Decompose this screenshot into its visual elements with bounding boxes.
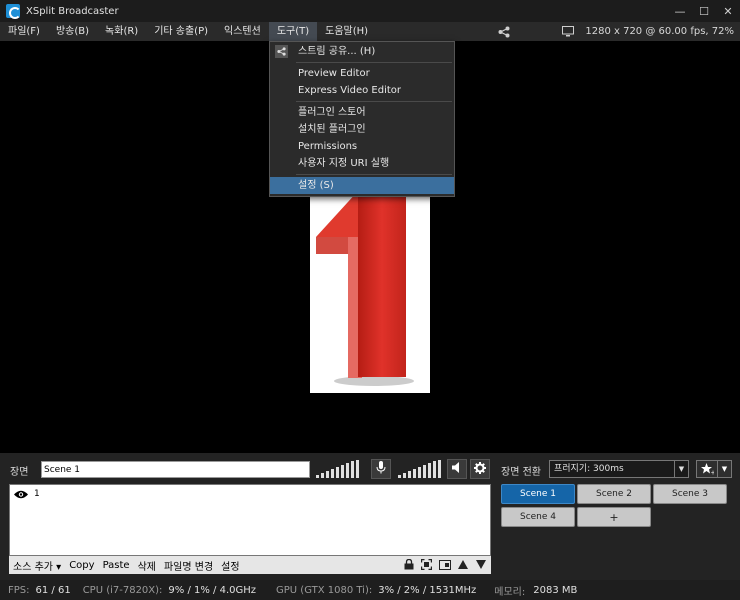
chevron-down-icon: ▼ [674,461,688,477]
microphone-icon [376,461,386,477]
menu-item-share-stream[interactable]: 스트림 공유... (H) [270,43,454,60]
fps-value: 61 / 61 [35,584,71,596]
menu-separator [296,62,452,63]
source-settings-button[interactable]: 설정 [217,558,243,573]
mic-button[interactable] [371,459,391,479]
menu-item-installed-plugins[interactable]: 설치된 플러그인 [270,121,454,138]
window-title: XSplit Broadcaster [26,5,119,17]
menu-other-output[interactable]: 기타 송출(P) [146,22,216,41]
share-icon[interactable] [497,25,511,39]
bottom-panel: 장면 1 소스 추가 ▾ Copy Paste 삭제 파일명 변경 [0,453,740,580]
gpu-value: 3% / 2% / 1531MHz [378,584,477,596]
move-up-icon[interactable] [456,558,469,571]
favorite-transition-button[interactable]: + ▼ [696,460,732,478]
preview-source-image [310,191,430,393]
copy-button[interactable]: Copy [65,560,98,571]
delete-button[interactable]: 삭제 [134,558,160,573]
scene-2-button[interactable]: Scene 2 [577,484,651,504]
memory-label: 메모리: [494,586,526,598]
gear-icon [474,461,486,477]
eye-icon[interactable] [14,490,28,499]
menu-extensions[interactable]: 익스텐션 [216,22,269,41]
maximize-button[interactable]: ☐ [692,0,716,22]
source-name: 1 [34,489,40,499]
source-list[interactable]: 1 [9,484,491,556]
menu-help[interactable]: 도움말(H) [317,22,376,41]
resolution-readout[interactable]: 1280 x 720 @ 60.00 fps, 72% [585,26,734,37]
list-item[interactable]: 1 [14,489,40,499]
title-bar: XSplit Broadcaster — ☐ ✕ [0,0,740,22]
window-controls: — ☐ ✕ [668,0,740,22]
source-toolbar-icons [402,558,487,571]
menu-item-plugin-store[interactable]: 플러그인 스토어 [270,104,454,121]
transition-select[interactable]: 프러지기: 300ms ▼ [549,460,689,478]
svg-text:+: + [710,470,714,476]
speaker-button[interactable] [447,459,467,479]
gpu-label: GPU (GTX 1080 Ti): [276,584,373,596]
transition-label: 장면 전환 [501,467,541,478]
menu-item-permissions[interactable]: Permissions [270,138,454,155]
audio-settings-button[interactable] [470,459,490,479]
fit-screen-icon[interactable] [420,558,433,571]
menu-separator [296,174,452,175]
speaker-volume-meter[interactable] [398,460,441,478]
mic-volume-meter[interactable] [316,460,359,478]
source-toolbar: 소스 추가 ▾ Copy Paste 삭제 파일명 변경 설정 [9,556,491,574]
speaker-icon [451,462,463,476]
memory-value: 2083 MB [533,584,578,596]
add-scene-button[interactable]: + [577,507,651,527]
paste-button[interactable]: Paste [99,560,134,571]
cpu-value: 9% / 1% / 4.0GHz [168,584,257,596]
menu-broadcast[interactable]: 방송(B) [48,22,97,41]
menu-file[interactable]: 파일(F) [0,22,48,41]
move-down-icon[interactable] [474,558,487,571]
share-icon [275,45,288,58]
lock-icon[interactable] [402,558,415,571]
scene-3-button[interactable]: Scene 3 [653,484,727,504]
rename-button[interactable]: 파일명 변경 [160,558,217,573]
scene-name-input[interactable] [41,461,310,478]
star-add-icon: + [697,461,717,477]
menu-item-settings[interactable]: 설정 (S) [270,177,454,194]
menu-item-label: 스트림 공유... (H) [298,46,376,57]
minimize-button[interactable]: — [668,0,692,22]
scene-4-button[interactable]: Scene 4 [501,507,575,527]
fps-label: FPS: [8,584,30,596]
menu-bar: 파일(F) 방송(B) 녹화(R) 기타 송출(P) 익스텐션 도구(T) 도움… [0,22,740,41]
monitor-icon [561,25,575,39]
status-bar: FPS: 61 / 61 CPU (i7-7820X): 9% / 1% / 4… [0,580,740,600]
chevron-down-icon: ▼ [717,461,731,477]
transition-value: 프러지기: 300ms [554,464,624,474]
scene-1-button[interactable]: Scene 1 [501,484,575,504]
cpu-label: CPU (i7-7820X): [82,584,163,596]
layout-icon[interactable] [438,558,451,571]
add-source-button[interactable]: 소스 추가 ▾ [9,558,65,573]
menu-item-preview-editor[interactable]: Preview Editor [270,65,454,82]
xsplit-logo-icon [6,4,21,19]
tools-dropdown-menu: 스트림 공유... (H) Preview Editor Express Vid… [269,41,455,197]
menubar-status: 1280 x 720 @ 60.00 fps, 72% [497,22,734,41]
menu-item-express-video-editor[interactable]: Express Video Editor [270,82,454,99]
close-button[interactable]: ✕ [716,0,740,22]
menu-separator [296,101,452,102]
menu-item-run-custom-uri[interactable]: 사용자 지정 URI 실행 [270,155,454,172]
menu-record[interactable]: 녹화(R) [97,22,146,41]
scene-label: 장면 [10,467,29,478]
menu-tools[interactable]: 도구(T) [268,22,318,41]
